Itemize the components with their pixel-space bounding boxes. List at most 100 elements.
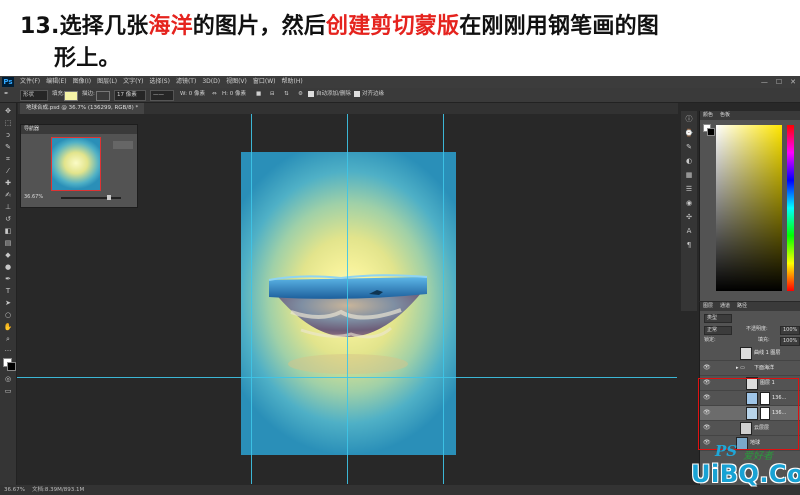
path-select-tool-icon[interactable]: ➤ — [3, 299, 13, 308]
menu-image[interactable]: 图像(I) — [73, 76, 91, 88]
lasso-tool-icon[interactable]: ↄ — [3, 131, 13, 140]
color-picker-field[interactable] — [716, 125, 782, 291]
guide-vertical-1[interactable] — [251, 114, 252, 484]
opacity-field[interactable]: 100% — [780, 326, 800, 335]
path-arrange-icon[interactable]: ⇅ — [284, 89, 289, 100]
layer-name: 曲线 1 图层 — [754, 350, 781, 356]
more-tools-icon[interactable]: ··· — [3, 347, 13, 356]
menu-items: 文件(F) 编辑(E) 图像(I) 图层(L) 文字(Y) 选择(S) 滤镜(T… — [20, 76, 303, 88]
menu-help[interactable]: 帮助(H) — [282, 76, 303, 88]
pen-tool-icon[interactable]: ✒ — [3, 275, 13, 284]
tools-panel: ✥ ⬚ ↄ ✎ ⌗ ⁄ ✚ ✍ ⊥ ↺ ◧ ▤ ◆ ● ✒ T ➤ ○ ✋ ⌕ … — [0, 103, 17, 488]
tab-swatches[interactable]: 色板 — [720, 111, 730, 120]
caption-highlight-ocean: 海洋 — [148, 14, 193, 39]
fill-opacity-field[interactable]: 100% — [780, 337, 800, 346]
document-canvas[interactable] — [241, 152, 456, 455]
navigator-zoom-slider[interactable] — [61, 195, 121, 200]
menu-window[interactable]: 窗口(W) — [253, 76, 276, 88]
zoom-slider-knob[interactable] — [107, 195, 111, 200]
height-field[interactable]: H: 0 像素 — [222, 89, 246, 100]
width-field[interactable]: W: 0 像素 — [180, 89, 205, 100]
visibility-eye-icon[interactable]: 👁 — [703, 364, 711, 372]
paths-icon[interactable]: ✣ — [684, 213, 694, 222]
layer-filter-select[interactable]: 类型 — [704, 314, 732, 323]
menu-view[interactable]: 视图(V) — [226, 76, 247, 88]
screen-mode-icon[interactable]: ▭ — [3, 387, 13, 396]
auto-add-checkbox[interactable] — [308, 91, 314, 97]
adjustments-icon[interactable]: ◐ — [684, 157, 694, 166]
document-tab[interactable]: 地球合成.psd @ 36.7% (136299, RGB/8) * — [20, 103, 145, 114]
character-icon[interactable]: A — [684, 227, 694, 236]
minimize-icon[interactable]: — — [761, 76, 768, 88]
link-icon[interactable]: ⇔ — [212, 89, 217, 100]
stroke-type-select[interactable]: —— — [150, 90, 174, 101]
color-panel-background[interactable] — [707, 128, 715, 136]
align-edges-checkbox[interactable] — [354, 91, 360, 97]
marquee-tool-icon[interactable]: ⬚ — [3, 119, 13, 128]
tab-channels[interactable]: 通道 — [720, 302, 730, 311]
stroke-swatch[interactable] — [96, 91, 110, 101]
navigator-tab[interactable]: 导航器 — [24, 125, 39, 134]
menu-type[interactable]: 文字(Y) — [123, 76, 143, 88]
layer-selection-highlight — [698, 378, 799, 450]
color-panel-swatches[interactable] — [703, 124, 715, 136]
blur-tool-icon[interactable]: ◆ — [3, 251, 13, 260]
crop-tool-icon[interactable]: ⌗ — [3, 155, 13, 164]
tab-color[interactable]: 颜色 — [703, 111, 713, 120]
properties-icon[interactable]: ☰ — [684, 185, 694, 194]
eyedropper-tool-icon[interactable]: ⁄ — [3, 167, 13, 176]
navigator-zoom[interactable]: 36.67% — [24, 194, 43, 200]
quick-mask-icon[interactable]: ◎ — [3, 375, 13, 384]
info-icon[interactable]: ⓘ — [684, 115, 694, 124]
brush-presets-icon[interactable]: ✎ — [684, 143, 694, 152]
eraser-tool-icon[interactable]: ◧ — [3, 227, 13, 236]
tab-paths[interactable]: 路径 — [737, 302, 747, 311]
shape-tool-icon[interactable]: ○ — [3, 311, 13, 320]
caption-line-1: 13.选择几张海洋的图片，然后创建剪切蒙版在刚刚用钢笔画的图 — [20, 8, 659, 40]
paragraph-icon[interactable]: ¶ — [684, 241, 694, 250]
menu-select[interactable]: 选择(S) — [149, 76, 170, 88]
background-color-swatch[interactable] — [7, 362, 16, 371]
type-tool-icon[interactable]: T — [3, 287, 13, 296]
navigator-thumbnail[interactable] — [51, 137, 101, 191]
tool-mode-select[interactable]: 形状 — [20, 90, 48, 101]
menu-file[interactable]: 文件(F) — [20, 76, 40, 88]
history-icon[interactable]: ⌚ — [684, 129, 694, 138]
tab-layers[interactable]: 图层 — [703, 302, 713, 311]
guide-vertical-2[interactable] — [347, 114, 348, 484]
color-swatches[interactable] — [3, 358, 16, 371]
maximize-icon[interactable]: ☐ — [776, 76, 782, 88]
history-brush-icon[interactable]: ↺ — [3, 215, 13, 224]
options-bar: ✒ 形状 填充: 描边: 17 像素 —— W: 0 像素 ⇔ H: 0 像素 … — [0, 88, 800, 103]
path-align-icon[interactable]: ⊟ — [270, 89, 275, 100]
status-zoom[interactable]: 36.67% — [4, 485, 25, 495]
quick-select-tool-icon[interactable]: ✎ — [3, 143, 13, 152]
menu-layer[interactable]: 图层(L) — [97, 76, 117, 88]
dodge-tool-icon[interactable]: ● — [3, 263, 13, 272]
gear-icon[interactable]: ⚙ — [298, 89, 303, 100]
blend-mode-select[interactable]: 正常 — [704, 326, 732, 335]
path-ops-icon[interactable]: ■ — [256, 89, 261, 100]
gradient-tool-icon[interactable]: ▤ — [3, 239, 13, 248]
stamp-tool-icon[interactable]: ⊥ — [3, 203, 13, 212]
layer-group-row[interactable]: 👁 ▸ ▭ 下面海洋 — [700, 361, 800, 376]
menu-filter[interactable]: 滤镜(T) — [176, 76, 196, 88]
guide-vertical-3[interactable] — [443, 114, 444, 484]
layer-row[interactable]: 曲线 1 图层 — [700, 346, 800, 361]
brush-tool-icon[interactable]: ✍ — [3, 191, 13, 200]
guide-horizontal[interactable] — [17, 377, 677, 378]
menu-edit[interactable]: 编辑(E) — [46, 76, 66, 88]
pen-tool-icon[interactable]: ✒ — [4, 89, 9, 100]
hue-slider[interactable] — [787, 125, 794, 291]
channels-icon[interactable]: ◉ — [684, 199, 694, 208]
menu-3d[interactable]: 3D(D) — [202, 76, 220, 88]
instruction-caption: 13.选择几张海洋的图片，然后创建剪切蒙版在刚刚用钢笔画的图 形上。 — [0, 0, 800, 76]
healing-tool-icon[interactable]: ✚ — [3, 179, 13, 188]
zoom-tool-icon[interactable]: ⌕ — [3, 335, 13, 344]
stroke-width-field[interactable]: 17 像素 — [114, 90, 146, 101]
hand-tool-icon[interactable]: ✋ — [3, 323, 13, 332]
close-icon[interactable]: ✕ — [790, 76, 796, 88]
styles-icon[interactable]: ▦ — [684, 171, 694, 180]
move-tool-icon[interactable]: ✥ — [3, 107, 13, 116]
fill-swatch[interactable] — [64, 91, 78, 101]
